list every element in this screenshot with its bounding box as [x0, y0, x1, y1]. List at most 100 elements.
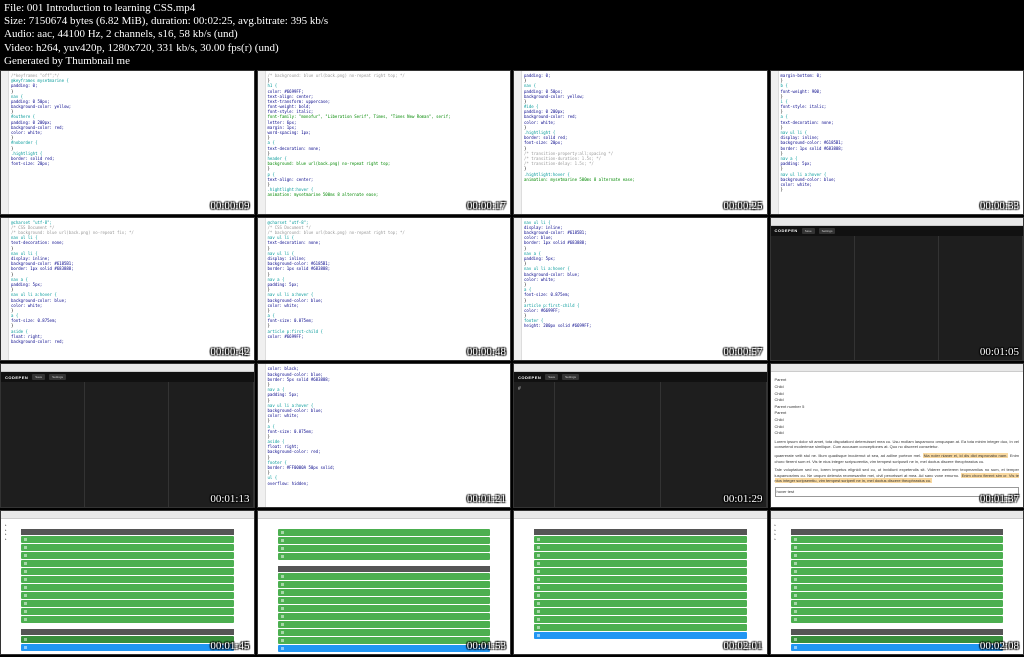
section-header[interactable] — [21, 529, 234, 535]
list-item[interactable] — [791, 592, 1004, 599]
html-panel[interactable]: # — [514, 382, 555, 508]
settings-button[interactable]: Settings — [819, 228, 836, 234]
thumbnail-13[interactable]: ▸▸▸▸ 00:01:45 — [0, 510, 255, 655]
list-item[interactable] — [21, 552, 234, 559]
list-item[interactable] — [278, 553, 491, 560]
list-item[interactable] — [21, 536, 234, 543]
css-panel[interactable] — [855, 236, 939, 362]
line-gutter — [258, 71, 266, 214]
list-item[interactable] — [791, 608, 1004, 615]
section-header[interactable] — [791, 629, 1004, 635]
timestamp: 00:00:42 — [210, 346, 249, 358]
list-item[interactable] — [791, 552, 1004, 559]
thumbnail-16[interactable]: ▸▸▸▸ 00:02:08 — [770, 510, 1024, 655]
thumbnail-2[interactable]: /* background: blue url(back.png) no-rep… — [257, 70, 512, 215]
list-item[interactable] — [791, 544, 1004, 551]
list-item[interactable] — [278, 629, 491, 636]
list-item[interactable] — [21, 576, 234, 583]
list-item[interactable] — [21, 616, 234, 623]
list-item[interactable] — [278, 613, 491, 620]
list-item[interactable] — [21, 584, 234, 591]
settings-button[interactable]: Settings — [49, 374, 66, 380]
section-header[interactable] — [278, 566, 491, 572]
list-item[interactable] — [278, 597, 491, 604]
list-item[interactable] — [21, 600, 234, 607]
section-header[interactable] — [534, 529, 747, 535]
thumbnail-4[interactable]: margin-bottom: 0; } b { font-weight: 900… — [770, 70, 1024, 215]
html-panel[interactable] — [1, 382, 85, 508]
list-item[interactable] — [21, 592, 234, 599]
list-item[interactable] — [791, 600, 1004, 607]
list-item[interactable] — [278, 573, 491, 580]
code-body: @charset "utf-8"; /* CSS Document */ /* … — [266, 218, 511, 361]
save-button[interactable]: Save — [802, 228, 815, 234]
thumbnail-3[interactable]: padding: 0; } nav { padding: 0 50px; bac… — [513, 70, 768, 215]
list-item[interactable] — [534, 568, 747, 575]
list-item[interactable] — [21, 644, 234, 651]
js-panel[interactable] — [169, 382, 253, 508]
list-item[interactable] — [278, 645, 491, 652]
list-item[interactable] — [534, 552, 747, 559]
list-item[interactable] — [534, 592, 747, 599]
js-panel[interactable] — [939, 236, 1023, 362]
thumbnail-11[interactable]: CODEPEN Save Settings # 00:01:29 — [513, 363, 768, 508]
list-item[interactable] — [21, 636, 234, 643]
list-item[interactable] — [791, 644, 1004, 651]
codepen-toolbar: CODEPEN Save Settings — [771, 226, 1024, 236]
list-item[interactable] — [791, 568, 1004, 575]
list-item[interactable] — [534, 544, 747, 551]
thumbnail-5[interactable]: @charset "utf-8"; /* CSS Document */ /* … — [0, 217, 255, 362]
list-item[interactable] — [534, 536, 747, 543]
codepen-panels — [771, 236, 1024, 362]
list-item[interactable] — [791, 616, 1004, 623]
thumbnail-14[interactable]: 00:01:53 — [257, 510, 512, 655]
list-item[interactable] — [534, 576, 747, 583]
save-button[interactable]: Save — [545, 374, 558, 380]
line-gutter — [514, 71, 522, 214]
list-item[interactable] — [278, 537, 491, 544]
list-item[interactable] — [21, 560, 234, 567]
list-item[interactable] — [278, 545, 491, 552]
timestamp: 00:02:08 — [980, 640, 1019, 652]
section-header[interactable] — [791, 529, 1004, 535]
list-item[interactable] — [791, 636, 1004, 643]
list-item[interactable] — [278, 589, 491, 596]
list-item[interactable] — [791, 536, 1004, 543]
thumbnail-7[interactable]: nav ul li { display: inline; background-… — [513, 217, 768, 362]
list-item[interactable] — [791, 584, 1004, 591]
thumbnail-12[interactable]: Parent Child Child Child Parent number 5… — [770, 363, 1024, 508]
css-panel[interactable] — [555, 382, 661, 508]
list-item[interactable] — [278, 621, 491, 628]
list-item[interactable] — [278, 605, 491, 612]
list-item[interactable] — [278, 529, 491, 536]
codepen-logo: CODEPEN — [5, 375, 28, 380]
settings-button[interactable]: Settings — [562, 374, 579, 380]
thumbnail-1[interactable]: /*keyframes "off";*/ @keyframes mysetmar… — [0, 70, 255, 215]
list-item[interactable] — [534, 632, 747, 639]
list-item[interactable] — [534, 624, 747, 631]
list-item[interactable] — [21, 608, 234, 615]
list-item[interactable] — [534, 616, 747, 623]
thumbnail-15[interactable]: 00:02:01 — [513, 510, 768, 655]
thumbnail-10[interactable]: color: black; background-color: blue; bo… — [257, 363, 512, 508]
list-item[interactable] — [278, 581, 491, 588]
thumbnail-6[interactable]: @charset "utf-8"; /* CSS Document */ /* … — [257, 217, 512, 362]
list-item[interactable] — [534, 584, 747, 591]
thumbnail-9[interactable]: CODEPEN Save Settings 00:01:13 — [0, 363, 255, 508]
list-item[interactable] — [21, 568, 234, 575]
section-header[interactable] — [21, 629, 234, 635]
thumbnail-8[interactable]: CODEPEN Save Settings 00:01:05 — [770, 217, 1024, 362]
list-item[interactable] — [534, 600, 747, 607]
list-item[interactable] — [534, 608, 747, 615]
css-panel[interactable] — [85, 382, 169, 508]
list-item[interactable] — [534, 560, 747, 567]
list-item[interactable] — [21, 544, 234, 551]
file-info-header: File: 001 Introduction to learning CSS.m… — [0, 0, 1024, 70]
js-panel[interactable] — [661, 382, 767, 508]
list-item[interactable] — [278, 637, 491, 644]
list-item[interactable] — [791, 576, 1004, 583]
timestamp: 00:00:25 — [723, 200, 762, 212]
save-button[interactable]: Save — [32, 374, 45, 380]
html-panel[interactable] — [771, 236, 855, 362]
list-item[interactable] — [791, 560, 1004, 567]
